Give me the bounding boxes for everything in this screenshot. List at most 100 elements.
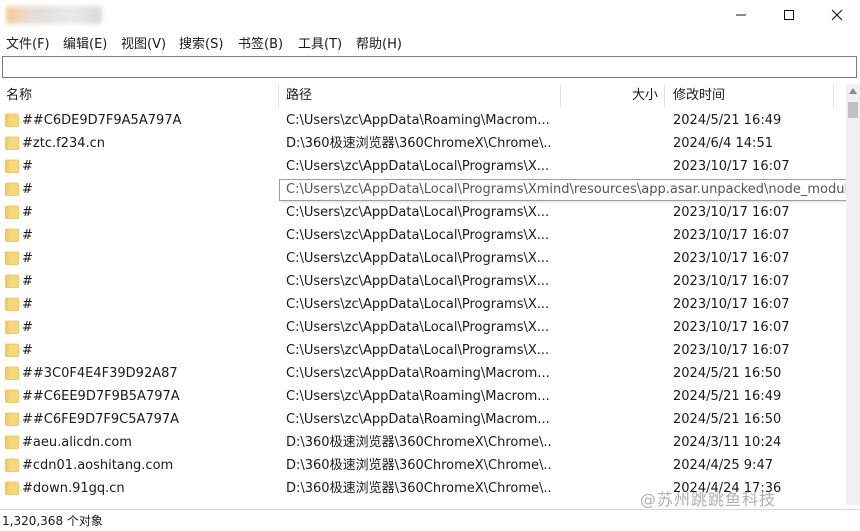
list-item[interactable]: ##C6FE9D7F9C5A797A C:\Users\zc\AppData\Ro… [0,408,846,431]
maximize-button[interactable] [766,0,812,30]
list-item[interactable]: ##C6DE9D7F9A5A797A C:\Users\zc\AppData\Ro… [0,109,846,132]
column-header-path[interactable]: 路径 [286,84,312,108]
status-bar: 1,320,368 个对象 [0,509,860,531]
item-modified: 2023/10/17 16:07 [673,228,790,243]
item-name: #aeu.alicdn.com [22,435,132,450]
item-name: # [22,159,33,174]
vertical-scrollbar[interactable] [846,84,860,505]
list-item[interactable]: # C:\Users\zc\AppData\Local\Programs\X...… [0,316,846,339]
column-header: 名称 路径 大小 修改时间 [0,84,846,108]
item-path: D:\360极速浏览器\360ChromeX\Chrome\... [286,435,552,450]
item-name: #ztc.f234.cn [22,136,106,151]
column-divider[interactable] [833,84,834,108]
item-modified: 2023/10/17 16:07 [673,274,790,289]
list-item[interactable]: # C:\Users\zc\AppData\Local\Programs\X...… [0,270,846,293]
blurred-window-title [6,6,102,24]
item-path: C:\Users\zc\AppData\Roaming\Macrom... [286,389,550,404]
list-item[interactable]: ##3C0F4E4F39D92A87 C:\Users\zc\AppData\Ro… [0,362,846,385]
list-item[interactable]: # C:\Users\zc\AppData\Local\Programs\X...… [0,224,846,247]
path-tooltip: C:\Users\zc\AppData\Local\Programs\Xmind… [279,179,860,201]
list-item[interactable]: #ztc.f234.cn D:\360极速浏览器\360ChromeX\Chrom… [0,132,846,155]
item-name: ##C6FE9D7F9C5A797A [22,412,180,427]
folder-icon [5,481,19,495]
item-modified: 2023/10/17 16:07 [673,297,790,312]
folder-icon [5,228,19,242]
item-modified: 2024/5/21 16:50 [673,366,782,381]
list-item[interactable]: # C:\Users\zc\AppData\Local\Programs\X...… [0,339,846,362]
list-item[interactable]: #aeu.alicdn.com D:\360极速浏览器\360ChromeX\Ch… [0,431,846,454]
maximize-icon [784,10,794,20]
scroll-up-arrow-icon[interactable] [849,88,857,94]
folder-icon [5,412,19,426]
item-name: # [22,251,33,266]
item-modified: 2024/5/21 16:49 [673,113,782,128]
item-modified: 2023/10/17 16:07 [673,320,790,335]
column-divider[interactable] [664,84,665,108]
column-header-size[interactable]: 大小 [632,84,658,108]
folder-icon [5,389,19,403]
title-bar [0,0,860,30]
list-item[interactable]: # C:\Users\zc\AppData\Local\Programs\X...… [0,155,846,178]
item-name: ##C6DE9D7F9A5A797A [22,113,182,128]
minimize-button[interactable] [718,0,764,30]
item-path: C:\Users\zc\AppData\Local\Programs\X... [286,205,550,220]
column-header-modified[interactable]: 修改时间 [673,84,725,108]
folder-icon [5,320,19,334]
folder-icon [5,113,19,127]
watermark-text: @苏州跳跳鱼科技 [640,490,777,509]
minimize-icon [736,14,746,16]
search-input[interactable] [2,56,857,78]
results-list: ##C6DE9D7F9A5A797A C:\Users\zc\AppData\Ro… [0,109,846,505]
menu-view[interactable]: 视图(V) [121,33,166,52]
item-name: # [22,297,33,312]
folder-icon [5,366,19,380]
item-modified: 2023/10/17 16:07 [673,159,790,174]
item-path: C:\Users\zc\AppData\Local\Programs\X... [286,251,550,266]
column-divider[interactable] [278,84,279,108]
item-name: # [22,274,33,289]
list-item[interactable]: # C:\Users\zc\AppData\Local\Programs\X...… [0,201,846,224]
list-item[interactable]: ##C6EE9D7F9B5A797A C:\Users\zc\AppData\Ro… [0,385,846,408]
item-name: ##C6EE9D7F9B5A797A [22,389,180,404]
menu-search[interactable]: 搜索(S) [179,33,223,52]
item-path: C:\Users\zc\AppData\Local\Programs\X... [286,320,550,335]
column-header-name[interactable]: 名称 [6,84,32,108]
scrollbar-thumb[interactable] [848,102,858,118]
item-modified: 2023/10/17 16:07 [673,343,790,358]
item-modified: 2023/10/17 16:07 [673,205,790,220]
menu-tools[interactable]: 工具(T) [298,33,342,52]
item-name: # [22,320,33,335]
menu-help[interactable]: 帮助(H) [356,33,402,52]
folder-icon [5,182,19,196]
folder-icon [5,205,19,219]
item-name: #cdn01.aoshitang.com [22,458,174,473]
column-divider[interactable] [560,84,561,108]
menu-bookmarks[interactable]: 书签(B) [238,33,283,52]
item-name: ##3C0F4E4F39D92A87 [22,366,178,381]
item-modified: 2024/5/21 16:49 [673,389,782,404]
item-name: #down.91gq.cn [22,481,125,496]
item-name: # [22,343,33,358]
menu-edit[interactable]: 编辑(E) [63,33,107,52]
folder-icon [5,159,19,173]
item-path: C:\Users\zc\AppData\Roaming\Macrom... [286,113,550,128]
list-item[interactable]: #cdn01.aoshitang.com D:\360极速浏览器\360Chrom… [0,454,846,477]
close-button[interactable] [814,0,860,30]
item-modified: 2024/5/21 16:50 [673,412,782,427]
folder-icon [5,297,19,311]
item-path: D:\360极速浏览器\360ChromeX\Chrome\... [286,458,552,473]
item-modified: 2024/6/4 14:51 [673,136,773,151]
item-name: # [22,182,33,197]
menu-file[interactable]: 文件(F) [6,33,50,52]
item-modified: 2024/3/11 10:24 [673,435,782,450]
item-name: # [22,228,33,243]
folder-icon [5,274,19,288]
folder-icon [5,136,19,150]
item-path: D:\360极速浏览器\360ChromeX\Chrome\... [286,481,552,496]
list-item[interactable]: # C:\Users\zc\AppData\Local\Programs\X...… [0,293,846,316]
folder-icon [5,343,19,357]
folder-icon [5,251,19,265]
list-item[interactable]: # C:\Users\zc\AppData\Local\Programs\X...… [0,247,846,270]
item-path: C:\Users\zc\AppData\Local\Programs\X... [286,343,550,358]
item-modified: 2023/10/17 16:07 [673,251,790,266]
